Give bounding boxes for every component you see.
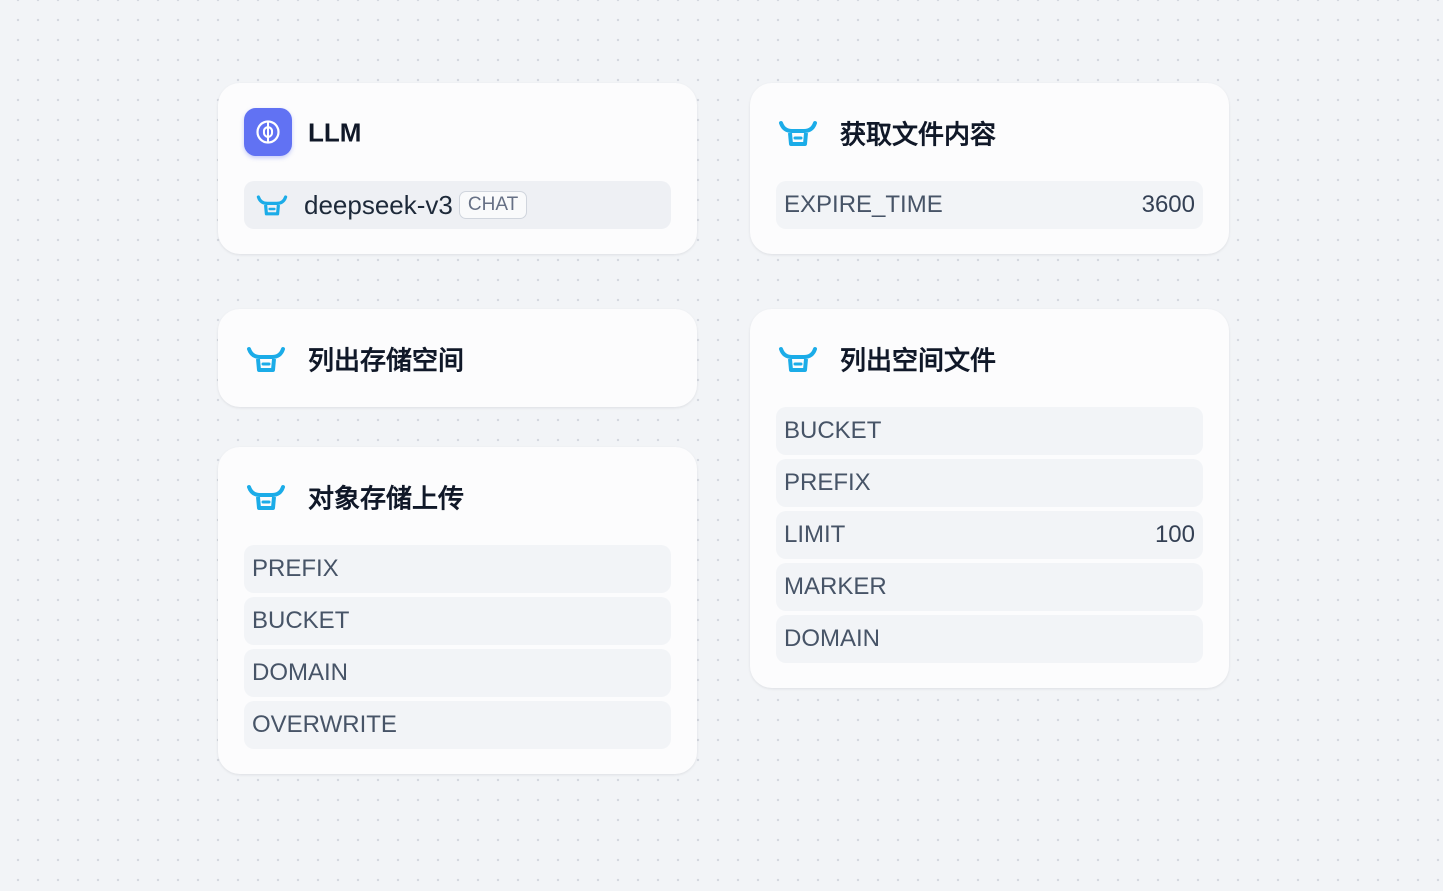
param-row[interactable]: MARKER [776,563,1203,611]
param-list: deepseek-v3 CHAT [218,181,697,255]
list-buckets-node[interactable]: 列出存储空间 [218,309,697,407]
param-name: BUCKET [784,417,882,444]
node-title: 获取文件内容 [840,119,997,150]
param-row[interactable]: LIMIT 100 [776,511,1203,559]
upload-node[interactable]: 对象存储上传 PREFIX BUCKET DOMAIN OVERWRITE [218,447,697,774]
param-row[interactable]: EXPIRE_TIME 3600 [776,181,1203,229]
param-value: 100 [1154,521,1195,548]
node-title: 对象存储上传 [308,483,465,514]
qiniu-bull-icon [779,121,817,146]
qiniu-bull-icon [779,347,817,372]
llm-node[interactable]: LLM deepseek-v3 CHAT [218,83,697,254]
node-title: LLM [308,117,362,148]
model-selector[interactable]: deepseek-v3 CHAT [244,181,671,229]
node-header: 获取文件内容 [750,83,1229,181]
node-header: 列出空间文件 [750,309,1229,407]
param-list: PREFIX BUCKET DOMAIN OVERWRITE [218,545,697,775]
param-list: BUCKET PREFIX LIMIT 100 MARKER DOMAIN [750,407,1229,689]
param-name: BUCKET [252,607,350,634]
model-name: deepseek-v3 [304,189,453,220]
node-title: 列出空间文件 [840,345,997,376]
param-name: DOMAIN [252,659,348,686]
param-name: PREFIX [784,469,871,496]
param-row[interactable]: DOMAIN [776,615,1203,663]
param-name: OVERWRITE [252,711,397,738]
param-row[interactable]: DOMAIN [244,649,671,697]
model-type-badge: CHAT [458,191,528,219]
qiniu-bull-icon [256,195,288,216]
param-row[interactable]: OVERWRITE [244,701,671,749]
param-row[interactable]: PREFIX [244,545,671,593]
param-row[interactable]: PREFIX [776,459,1203,507]
param-name: LIMIT [784,521,846,548]
node-header: LLM [218,83,697,181]
param-row[interactable]: BUCKET [244,597,671,645]
param-name: EXPIRE_TIME [784,191,943,218]
param-value: 3600 [1141,191,1195,218]
qiniu-bull-icon [247,485,285,510]
param-name: DOMAIN [784,625,880,652]
param-list: EXPIRE_TIME 3600 [750,181,1229,255]
node-title: 列出存储空间 [308,345,465,376]
list-files-node[interactable]: 列出空间文件 BUCKET PREFIX LIMIT 100 MARKER DO… [750,309,1229,688]
node-header: 对象存储上传 [218,447,697,545]
node-header: 列出存储空间 [218,309,697,407]
param-row[interactable]: BUCKET [776,407,1203,455]
param-name: PREFIX [252,555,339,582]
qiniu-bull-icon [247,347,285,372]
get-file-content-node[interactable]: 获取文件内容 EXPIRE_TIME 3600 [750,83,1229,254]
param-name: MARKER [784,573,887,600]
brain-icon [244,108,292,156]
